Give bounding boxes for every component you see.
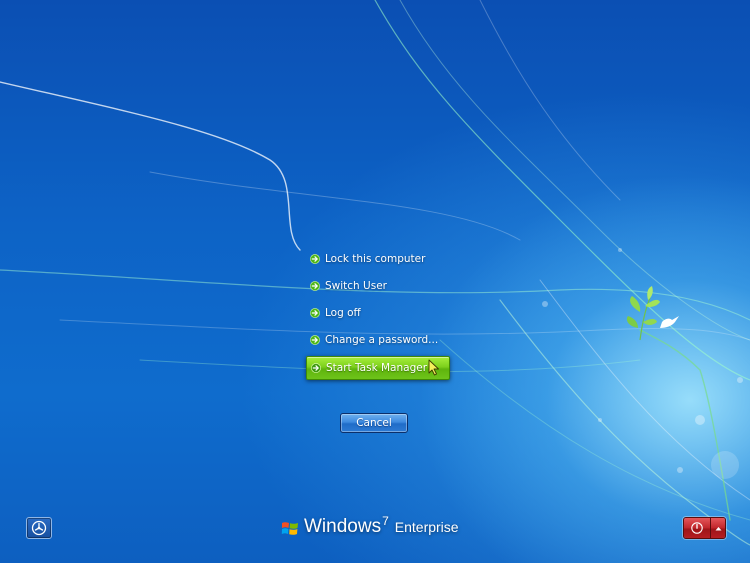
- secure-attention-screen: Lock this computer Switch User Log off C…: [0, 0, 750, 563]
- green-arrow-icon: [310, 335, 320, 345]
- brand-version: 7: [382, 514, 389, 528]
- start-task-manager-label: Start Task Manager: [326, 362, 428, 374]
- power-icon: [691, 522, 703, 534]
- chevron-up-icon: [715, 526, 722, 530]
- ease-of-access-icon: [31, 520, 47, 536]
- brand-name: Windows: [304, 516, 382, 537]
- bird-icon: [660, 316, 679, 328]
- change-password-item[interactable]: Change a password...: [310, 330, 438, 350]
- switch-user-label: Switch User: [325, 280, 387, 292]
- green-arrow-icon: [310, 308, 320, 318]
- lock-computer-item[interactable]: Lock this computer: [310, 249, 425, 269]
- green-arrow-icon: [310, 254, 320, 264]
- log-off-item[interactable]: Log off: [310, 303, 361, 323]
- switch-user-item[interactable]: Switch User: [310, 276, 387, 296]
- cancel-button[interactable]: Cancel: [340, 413, 408, 433]
- mouse-cursor-icon: [428, 359, 439, 376]
- brand-edition: Enterprise: [394, 519, 459, 535]
- shutdown-options-button[interactable]: [710, 518, 725, 538]
- log-off-label: Log off: [325, 307, 361, 319]
- lock-computer-label: Lock this computer: [325, 253, 426, 265]
- ease-of-access-button[interactable]: [26, 517, 52, 539]
- windows-branding: Windows 7 Enterprise: [280, 514, 459, 542]
- windows-logo-icon: [281, 522, 298, 535]
- power-button-group: [683, 517, 726, 539]
- green-arrow-icon: [310, 281, 320, 291]
- power-button[interactable]: [684, 518, 711, 538]
- change-password-label: Change a password...: [325, 334, 439, 346]
- green-arrow-icon: [311, 363, 321, 373]
